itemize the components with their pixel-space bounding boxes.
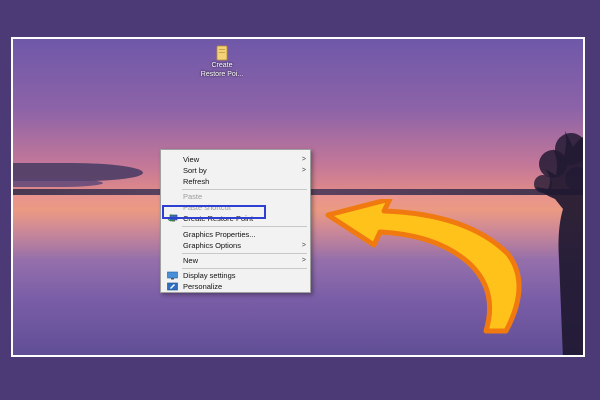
menu-item-display-settings[interactable]: Display settings <box>161 270 310 281</box>
menu-separator <box>182 253 307 254</box>
menu-item-label: New <box>183 256 199 265</box>
menu-item-graphics-properties[interactable]: Graphics Properties... <box>161 229 310 240</box>
menu-item-new[interactable]: New > <box>161 255 310 266</box>
desktop-icon-label: Create <box>211 62 233 69</box>
curved-arrow-pointer <box>325 199 522 334</box>
menu-separator <box>182 268 307 269</box>
menu-item-personalize[interactable]: Personalize <box>161 281 310 292</box>
menu-item-label: Sort by <box>183 166 207 175</box>
highlight-box <box>162 205 266 219</box>
folder-shortcut-icon <box>216 45 228 61</box>
menu-item-label: Paste <box>183 192 203 201</box>
menu-item-sort-by[interactable]: Sort by > <box>161 165 310 176</box>
menu-item-view[interactable]: View > <box>161 154 310 165</box>
menu-item-label: Personalize <box>183 282 223 291</box>
menu-item-refresh[interactable]: Refresh <box>161 176 310 187</box>
display-icon <box>167 271 178 280</box>
menu-separator <box>182 226 307 227</box>
chevron-right-icon: > <box>301 167 306 174</box>
desktop-context-menu: View > Sort by > Refresh Paste Paste sho… <box>160 149 311 293</box>
desktop-wallpaper: Create Restore Poi... View > Sort by > R… <box>13 39 583 355</box>
personalize-icon <box>167 282 178 291</box>
menu-item-label: Display settings <box>183 271 236 280</box>
chevron-right-icon: > <box>301 242 306 249</box>
create-restore-point-desktop-icon[interactable]: Create Restore Poi... <box>194 45 250 79</box>
wallpaper-cloud <box>13 179 103 187</box>
chevron-right-icon: > <box>301 156 306 163</box>
screenshot-frame: Create Restore Poi... View > Sort by > R… <box>11 37 585 357</box>
menu-item-paste[interactable]: Paste <box>161 191 310 202</box>
menu-separator <box>182 189 307 190</box>
menu-item-label: Graphics Options <box>183 241 241 250</box>
menu-item-label: View <box>183 155 200 164</box>
chevron-right-icon: > <box>301 257 306 264</box>
desktop-icon-label: Restore Poi... <box>200 71 244 78</box>
menu-item-graphics-options[interactable]: Graphics Options > <box>161 240 310 251</box>
menu-item-label: Refresh <box>183 177 210 186</box>
menu-item-label: Graphics Properties... <box>183 230 256 239</box>
